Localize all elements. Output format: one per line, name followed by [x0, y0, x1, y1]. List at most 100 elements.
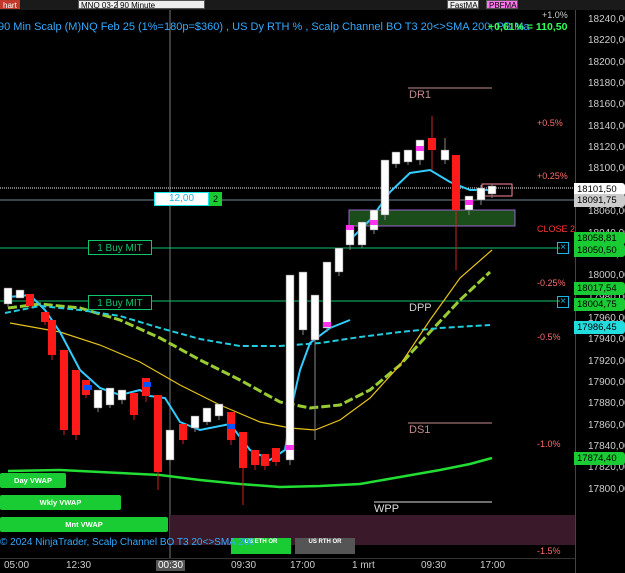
time-tick: 09:30 [421, 560, 447, 571]
ma-green [7, 456, 493, 489]
candle-body [179, 424, 187, 440]
signal-marker [286, 445, 294, 450]
candle-body [3, 287, 13, 305]
candle-body [48, 320, 56, 355]
candle-body [345, 227, 355, 246]
candle-body [334, 247, 344, 273]
ma-yellow-green [7, 270, 492, 410]
footer-title: © 2024 NinjaTrader, Scalp Channel BO T3 … [0, 537, 255, 548]
signal-marker [143, 382, 151, 387]
time-tick: 09:30 [231, 560, 257, 571]
day-vwap-tag: Day VWAP [0, 473, 66, 488]
dpp-label: DPP [409, 302, 432, 314]
price-tick: 18220,00 [588, 35, 625, 47]
pbfma-button[interactable]: PBFMA [486, 0, 518, 10]
pct-plus-05: +0.5% [537, 118, 563, 128]
price-tick: 18140,00 [588, 120, 625, 132]
time-tick: 17:00 [290, 560, 316, 571]
ds1-label: DS1 [409, 424, 431, 436]
candle-body [165, 429, 175, 461]
chart-window: hart MNQ 03-24 90 Minute FastMA PBFMA 90… [0, 0, 625, 573]
candle-body [391, 151, 401, 165]
pct-plus-025: +0.25% [537, 171, 568, 181]
candle-body [41, 312, 49, 322]
candle-body [357, 221, 367, 246]
us-rth-or-tag: US RTH OR [295, 538, 355, 554]
candle-body [285, 274, 295, 461]
pct-minus-025: -0.25% [537, 278, 566, 288]
cancel-order-1-icon[interactable]: × [557, 242, 569, 254]
price-label: 17874,40 [574, 452, 625, 465]
signal-marker [346, 225, 354, 230]
ma-gold [9, 249, 493, 431]
candle-body [452, 155, 460, 210]
fastma-button[interactable]: FastMA [447, 0, 479, 10]
pct-minus-15: -1.5% [537, 546, 561, 556]
signal-marker [370, 220, 378, 225]
chart-title: 90 Min Scalp (M)NQ Feb 25 (1%=180p=$360)… [0, 21, 530, 33]
pct-minus-10: -1.0% [537, 439, 561, 449]
buy-mit-order-2[interactable]: 1 Buy MIT [88, 295, 152, 310]
price-label: 18004,75 [574, 298, 625, 311]
price-tick: 17880,00 [588, 398, 625, 410]
price-label: 18017,54 [574, 282, 625, 295]
price-label: 18050,50 [574, 244, 625, 257]
chart-toolbar: hart MNQ 03-24 90 Minute FastMA PBFMA [0, 0, 625, 10]
candle-body [72, 370, 80, 435]
candle-body [487, 185, 497, 195]
pct-top-label: +1.0% [542, 10, 568, 20]
limit-price-box[interactable]: 12,00 [154, 192, 209, 206]
price-tick: 18160,00 [588, 99, 625, 111]
time-tick: 1 mrt [352, 560, 375, 571]
price-tick: 18120,00 [588, 142, 625, 154]
time-axis[interactable]: 05:00 12:30 00:30 09:30 17:00 1 mrt 09:30 17:00 [0, 558, 575, 573]
price-tick: 17940,00 [588, 334, 625, 346]
candle-body [272, 448, 280, 462]
time-tick: 05:00 [4, 560, 30, 571]
wpp-label: WPP [374, 503, 400, 515]
candle-body [26, 294, 34, 306]
pnl-readout: +0,61% = 110,50 [488, 21, 568, 33]
candle-body [190, 415, 200, 429]
candle-body [239, 432, 247, 468]
pct-minus-05: -0.5% [537, 332, 561, 342]
candle-body [322, 261, 332, 329]
candle-body [117, 389, 127, 401]
limit-qty-box[interactable]: 2 [209, 192, 222, 206]
time-tick: 00:30 [156, 560, 186, 571]
time-tick: 12:30 [66, 560, 92, 571]
candle-body [440, 149, 450, 161]
candle-body [428, 138, 436, 150]
price-label: 18091,75 [574, 194, 625, 207]
candle-body [310, 294, 320, 341]
period-selector[interactable]: 90 Minute [117, 0, 205, 10]
candle-body [251, 450, 259, 465]
dr1-label: DR1 [409, 89, 432, 101]
cancel-order-2-icon[interactable]: × [557, 296, 569, 308]
price-tick: 18000,00 [588, 270, 625, 282]
candle-body [105, 387, 115, 406]
price-tick: 18060,00 [588, 206, 625, 218]
candle-body [93, 389, 103, 409]
weekly-vwap-tag: Wkly VWAP [0, 495, 121, 510]
price-tick: 17800,00 [588, 483, 625, 495]
candle-body [476, 187, 486, 201]
price-chart-canvas[interactable] [0, 10, 575, 558]
buy-mit-order-1[interactable]: 1 Buy MIT [88, 240, 152, 255]
signal-marker [227, 424, 235, 429]
signal-marker [465, 200, 473, 205]
price-tick: 17900,00 [588, 376, 625, 388]
candle-body [261, 454, 269, 466]
chart-menu-button[interactable]: hart [0, 0, 20, 10]
candle-body [214, 403, 224, 417]
signal-marker [84, 385, 92, 390]
price-label: 17986,45 [574, 321, 625, 334]
candle-body [154, 395, 162, 472]
candle-body [298, 271, 308, 331]
time-tick: 17:00 [480, 560, 506, 571]
signal-marker [416, 146, 424, 151]
signal-marker [323, 322, 331, 327]
candle-body [60, 350, 68, 430]
monthly-vwap-tag: Mnt VWAP [0, 517, 168, 532]
price-tick: 18100,00 [588, 163, 625, 175]
